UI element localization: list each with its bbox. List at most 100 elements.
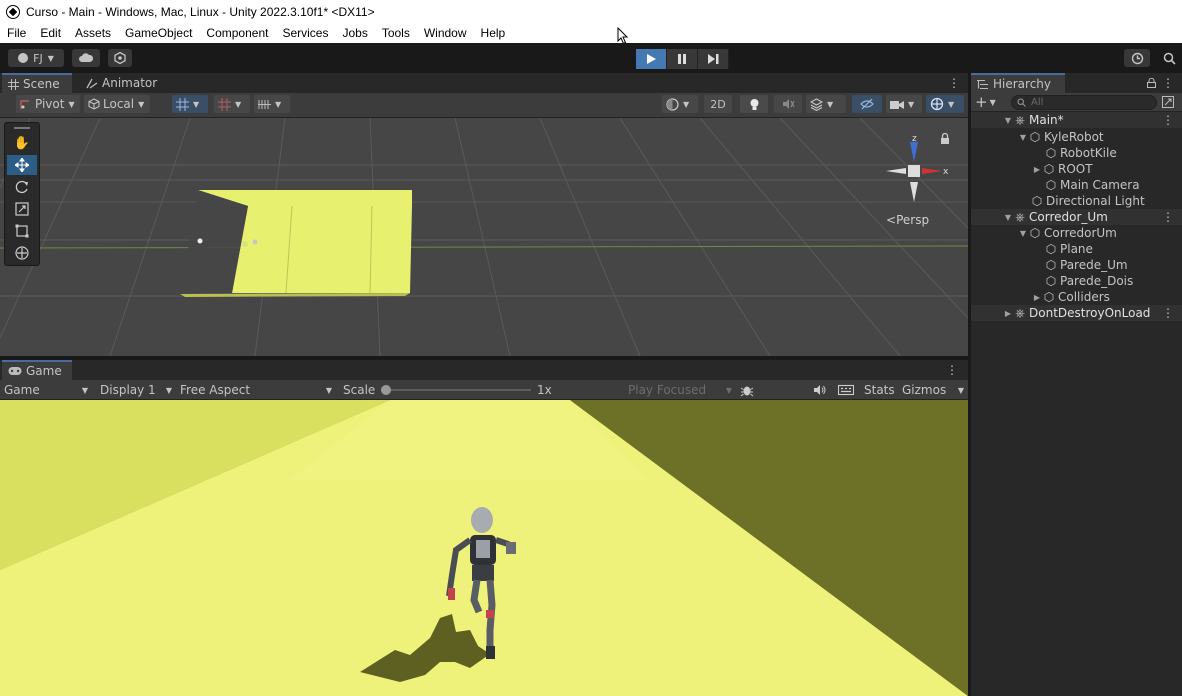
play-focused-dropdown[interactable]: Play Focused ▼: [628, 381, 732, 399]
lock-icon[interactable]: [940, 133, 950, 144]
scale-slider-track[interactable]: [383, 389, 531, 391]
scene-options-icon[interactable]: ⋮: [1162, 306, 1174, 320]
lighting-toggle[interactable]: [740, 95, 768, 113]
draw-mode-dropdown[interactable]: ▼: [662, 95, 698, 113]
hierarchy-item-directional-light[interactable]: ⬡ Directional Light: [971, 193, 1182, 209]
scene-options-icon[interactable]: ⋮: [1162, 113, 1174, 127]
menu-jobs[interactable]: Jobs: [335, 26, 374, 40]
tab-game[interactable]: Game: [2, 360, 72, 380]
chevron-down-icon: ▼: [81, 385, 88, 395]
scene-viewport[interactable]: z x <Persp: [0, 118, 968, 356]
game-viewport[interactable]: [0, 400, 968, 696]
scale-slider-thumb[interactable]: [381, 385, 391, 395]
scene-more-icon[interactable]: ⋮: [948, 76, 960, 90]
persp-toggle[interactable]: <Persp: [886, 213, 929, 227]
game-more-icon[interactable]: ⋮: [946, 363, 958, 377]
pause-button[interactable]: [667, 49, 698, 69]
expand-arrow-icon[interactable]: ▼: [1003, 116, 1013, 125]
history-button[interactable]: [1124, 49, 1150, 67]
hierarchy-more-icon[interactable]: ⋮: [1162, 76, 1174, 90]
search-icon: [1017, 98, 1026, 107]
hierarchy-search-input[interactable]: All: [1011, 95, 1157, 110]
collapse-arrow-icon[interactable]: ▶: [1032, 165, 1042, 174]
neg-y-axis-cone[interactable]: [910, 182, 918, 202]
menu-services[interactable]: Services: [275, 26, 335, 40]
hierarchy-scene-corredor-um[interactable]: ▼ ⎈ Corredor_Um ⋮: [971, 209, 1182, 225]
hierarchy-item-corredorum[interactable]: ▼ ⬡ CorredorUm: [971, 225, 1182, 241]
gameobject-cube-icon: ⬡: [1043, 162, 1055, 176]
rotate-tool-button[interactable]: [7, 177, 37, 197]
menu-tools[interactable]: Tools: [375, 26, 417, 40]
hierarchy-item-robotkile[interactable]: ⬡ RobotKile: [971, 145, 1182, 161]
step-button[interactable]: [698, 49, 729, 69]
aspect-dropdown[interactable]: Free Aspect ▼: [180, 381, 332, 399]
effects-dropdown[interactable]: ▼: [806, 95, 846, 113]
chevron-down-icon: ▼: [827, 99, 834, 109]
menu-file[interactable]: File: [0, 26, 33, 40]
menu-edit[interactable]: Edit: [33, 26, 68, 40]
stats-toggle[interactable]: Stats: [864, 381, 895, 399]
x-axis-cone[interactable]: [922, 168, 942, 174]
hierarchy-item-main-camera[interactable]: ⬡ Main Camera: [971, 177, 1182, 193]
game-view-dropdown[interactable]: Game ▼: [4, 381, 88, 399]
tab-animator[interactable]: Animator: [82, 73, 162, 93]
rect-tool-button[interactable]: [7, 221, 37, 241]
transform-tool-button[interactable]: [7, 243, 37, 263]
menu-assets[interactable]: Assets: [68, 26, 118, 40]
orientation-gizmo[interactable]: z x: [880, 132, 950, 212]
grid-toggle[interactable]: ▼: [214, 95, 250, 113]
shortcut-keys-toggle[interactable]: [838, 381, 854, 399]
local-dropdown[interactable]: Local ▼: [84, 95, 150, 113]
neg-x-axis-cone[interactable]: [886, 168, 906, 174]
hierarchy-item-parede-dois[interactable]: ⬡ Parede_Dois: [971, 273, 1182, 289]
expand-arrow-icon[interactable]: ▼: [1003, 213, 1013, 222]
expand-arrow-icon[interactable]: ▼: [1018, 229, 1028, 238]
unity-scene-icon: ⎈: [1015, 305, 1025, 320]
collapse-arrow-icon[interactable]: ▶: [1032, 293, 1042, 302]
grid-snap-toggle[interactable]: ▼: [172, 95, 208, 113]
hierarchy-scene-dontdestroyonload[interactable]: ▶ ⎈ DontDestroyOnLoad ⋮: [971, 305, 1182, 321]
hierarchy-item-kylerobot[interactable]: ▼ ⬡ KyleRobot: [971, 129, 1182, 145]
move-tool-button[interactable]: [7, 155, 37, 175]
mode-2d-toggle[interactable]: 2D: [704, 95, 732, 113]
display-dropdown[interactable]: Display 1 ▼: [100, 381, 172, 399]
tab-hierarchy[interactable]: Hierarchy: [971, 73, 1065, 93]
menu-gameobject[interactable]: GameObject: [118, 26, 199, 40]
palette-drag-handle[interactable]: [7, 125, 37, 131]
collab-button[interactable]: [108, 49, 132, 67]
gameobject-cube-icon: ⬡: [1043, 290, 1055, 304]
account-label: FJ: [33, 51, 43, 65]
scene-visibility-icon[interactable]: [1162, 96, 1174, 108]
hierarchy-scene-main[interactable]: ▼ ⎈ Main* ⋮: [971, 112, 1182, 128]
increment-snap-toggle[interactable]: ▼: [254, 95, 290, 113]
play-button[interactable]: [636, 49, 667, 69]
scene-visibility-toggle[interactable]: [852, 95, 882, 113]
mute-audio-toggle[interactable]: [813, 381, 827, 399]
expand-arrow-icon[interactable]: ▼: [1018, 133, 1028, 142]
cloud-button[interactable]: [72, 49, 100, 67]
z-axis-cone[interactable]: [910, 142, 918, 162]
camera-settings-dropdown[interactable]: ▼: [886, 95, 922, 113]
gizmo-center-cube[interactable]: [908, 165, 920, 177]
hierarchy-item-plane[interactable]: ⬡ Plane: [971, 241, 1182, 257]
gizmos-dropdown[interactable]: ▼: [926, 95, 964, 113]
bug-toggle[interactable]: [740, 381, 754, 399]
scale-tool-button[interactable]: [7, 199, 37, 219]
menu-help[interactable]: Help: [474, 26, 513, 40]
hierarchy-item-parede-um[interactable]: ⬡ Parede_Um: [971, 257, 1182, 273]
create-button[interactable]: + ▼: [975, 93, 996, 111]
search-button[interactable]: [1158, 49, 1180, 67]
pivot-dropdown[interactable]: Pivot ▼: [16, 95, 80, 113]
collapse-arrow-icon[interactable]: ▶: [1003, 309, 1013, 318]
menu-window[interactable]: Window: [417, 26, 474, 40]
hierarchy-item-colliders[interactable]: ▶ ⬡ Colliders: [971, 289, 1182, 305]
lock-icon[interactable]: [1147, 78, 1156, 88]
gizmos-game-dropdown[interactable]: Gizmos ▼: [902, 381, 966, 399]
menu-component[interactable]: Component: [199, 26, 275, 40]
scene-options-icon[interactable]: ⋮: [1162, 210, 1174, 224]
hierarchy-item-root[interactable]: ▶ ⬡ ROOT: [971, 161, 1182, 177]
hand-tool-button[interactable]: ✋: [7, 133, 37, 153]
audio-toggle[interactable]: [774, 95, 802, 113]
account-dropdown[interactable]: FJ ▼: [8, 49, 64, 67]
tab-scene[interactable]: Scene: [2, 73, 72, 93]
